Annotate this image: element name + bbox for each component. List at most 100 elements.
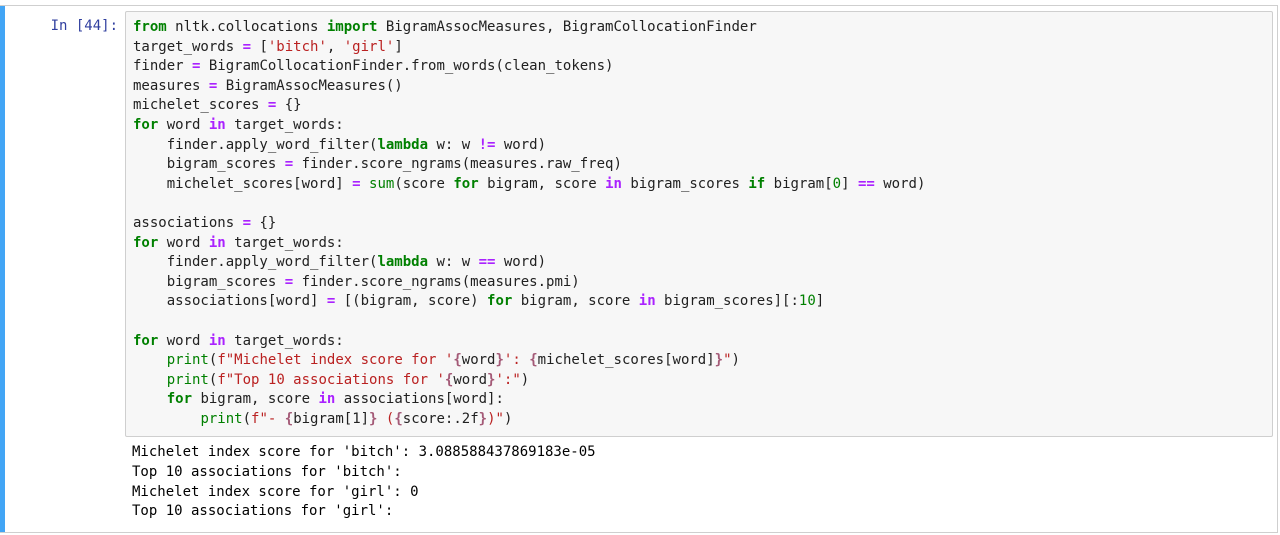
code-token: for — [453, 175, 479, 192]
code-token: sum — [369, 175, 395, 192]
code-line: target_words = ['bitch', 'girl'] — [133, 38, 925, 58]
code-token: { — [394, 410, 403, 427]
code-line: for word in target_words: — [133, 332, 925, 352]
code-token: 'girl' — [343, 38, 395, 55]
code-token: f"Top 10 associations for ' — [217, 371, 445, 388]
code-token: ': — [503, 352, 530, 369]
code-token: { — [453, 352, 462, 369]
code-line: bigram_scores = finder.score_ngrams(meas… — [133, 155, 925, 175]
code-token: for — [166, 391, 193, 408]
code-token: in — [208, 332, 226, 349]
code-token: = — [242, 214, 252, 231]
code-token: word — [158, 332, 209, 349]
code-token: , — [326, 38, 344, 55]
code-token: in — [638, 293, 656, 310]
code-token: finder.apply_word_filter( — [133, 136, 378, 153]
code-token: import — [326, 19, 378, 35]
code-token: ':" — [495, 371, 521, 388]
code-token: = — [284, 273, 294, 290]
code-line: for word in target_words: — [133, 234, 925, 254]
code-token: michelet_scores[word] — [133, 175, 353, 192]
code-token: michelet_scores — [133, 97, 268, 114]
code-token: bigram, score — [478, 175, 606, 192]
code-token: word) — [874, 175, 926, 192]
code-token: associations — [133, 214, 243, 231]
code-text[interactable]: from nltk.collocations import BigramAsso… — [133, 18, 925, 429]
code-token: nltk.collocations — [166, 19, 327, 35]
code-line: for word in target_words: — [133, 116, 925, 136]
code-line: for bigram, score in associations[word]: — [133, 390, 925, 410]
code-token: in — [605, 175, 622, 192]
code-token: ] — [841, 175, 858, 192]
code-token: target_words: — [225, 332, 344, 349]
code-token: for — [133, 234, 159, 251]
code-token: target_words: — [225, 234, 344, 251]
code-token: BigramCollocationFinder.from_words(clean… — [200, 58, 614, 75]
cell-output: Michelet index score for 'bitch': 3.0885… — [132, 443, 596, 522]
code-token: score:.2f — [402, 410, 479, 427]
code-token: = — [242, 38, 252, 55]
code-line: finder.apply_word_filter(lambda w: w == … — [133, 253, 925, 273]
input-prompt: In [44]: — [50, 18, 118, 34]
code-token: } — [478, 410, 488, 427]
output-line: Michelet index score for 'girl': 0 — [132, 483, 419, 500]
code-token: in — [208, 116, 226, 133]
code-token: f"Michelet index score for ' — [217, 352, 454, 369]
code-line: finder = BigramCollocationFinder.from_wo… — [133, 57, 925, 77]
output-line: Top 10 associations for 'girl': — [132, 503, 394, 520]
code-token: {} — [251, 214, 277, 231]
code-token: associations[word] — [133, 293, 327, 310]
code-token: bigram[ — [765, 175, 833, 192]
code-token: BigramAssocMeasures() — [217, 77, 403, 94]
code-token: word) — [495, 136, 547, 153]
code-line: print(f"- {bigram[1]} ({score:.2f})") — [133, 410, 925, 430]
code-token: ( — [377, 410, 395, 427]
code-line: michelet_scores = {} — [133, 96, 925, 116]
code-token: michelet_scores[word] — [537, 352, 715, 369]
code-token: bigram_scores][: — [655, 293, 799, 310]
code-line: associations[word] = [(bigram, score) fo… — [133, 292, 925, 312]
code-token: from — [133, 19, 167, 35]
code-line: print(f"Michelet index score for '{word}… — [133, 351, 925, 371]
code-token: (score — [394, 175, 454, 192]
code-token: [(bigram, score) — [335, 293, 488, 310]
code-cell[interactable]: In [44]: from nltk.collocations import B… — [0, 5, 1278, 533]
code-token: for — [487, 293, 513, 310]
code-token: finder — [133, 58, 193, 75]
code-token: } — [714, 352, 724, 369]
code-token: word) — [495, 254, 547, 271]
code-token: == — [857, 175, 875, 192]
code-token: ) — [520, 371, 530, 388]
code-editor[interactable]: from nltk.collocations import BigramAsso… — [125, 11, 1273, 437]
code-token: {} — [276, 97, 302, 114]
code-token: lambda — [377, 254, 429, 271]
code-line: associations = {} — [133, 214, 925, 234]
code-line: from nltk.collocations import BigramAsso… — [133, 18, 925, 38]
code-token: " — [723, 352, 732, 369]
code-token: bigram, score — [192, 391, 319, 408]
code-token: word — [158, 116, 209, 133]
code-token: bigram_scores — [133, 156, 285, 173]
cell-selection-bar — [0, 6, 5, 532]
code-line: bigram_scores = finder.score_ngrams(meas… — [133, 273, 925, 293]
code-token: if — [748, 175, 766, 192]
code-token: { — [529, 352, 538, 369]
code-token: != — [478, 136, 496, 153]
code-token: ) — [731, 352, 740, 369]
code-token: print — [166, 371, 209, 388]
code-token: f"- — [251, 410, 285, 427]
code-line: ​ — [133, 194, 925, 214]
code-token: )" — [487, 410, 504, 427]
code-token: print — [200, 410, 243, 427]
code-token: bigram_scores — [133, 273, 285, 290]
code-token: ] — [394, 38, 403, 55]
code-token: ] — [815, 293, 825, 310]
code-token: word — [158, 234, 209, 251]
code-token: ( — [242, 410, 252, 427]
code-token: word — [461, 352, 496, 369]
code-token: word — [453, 371, 488, 388]
